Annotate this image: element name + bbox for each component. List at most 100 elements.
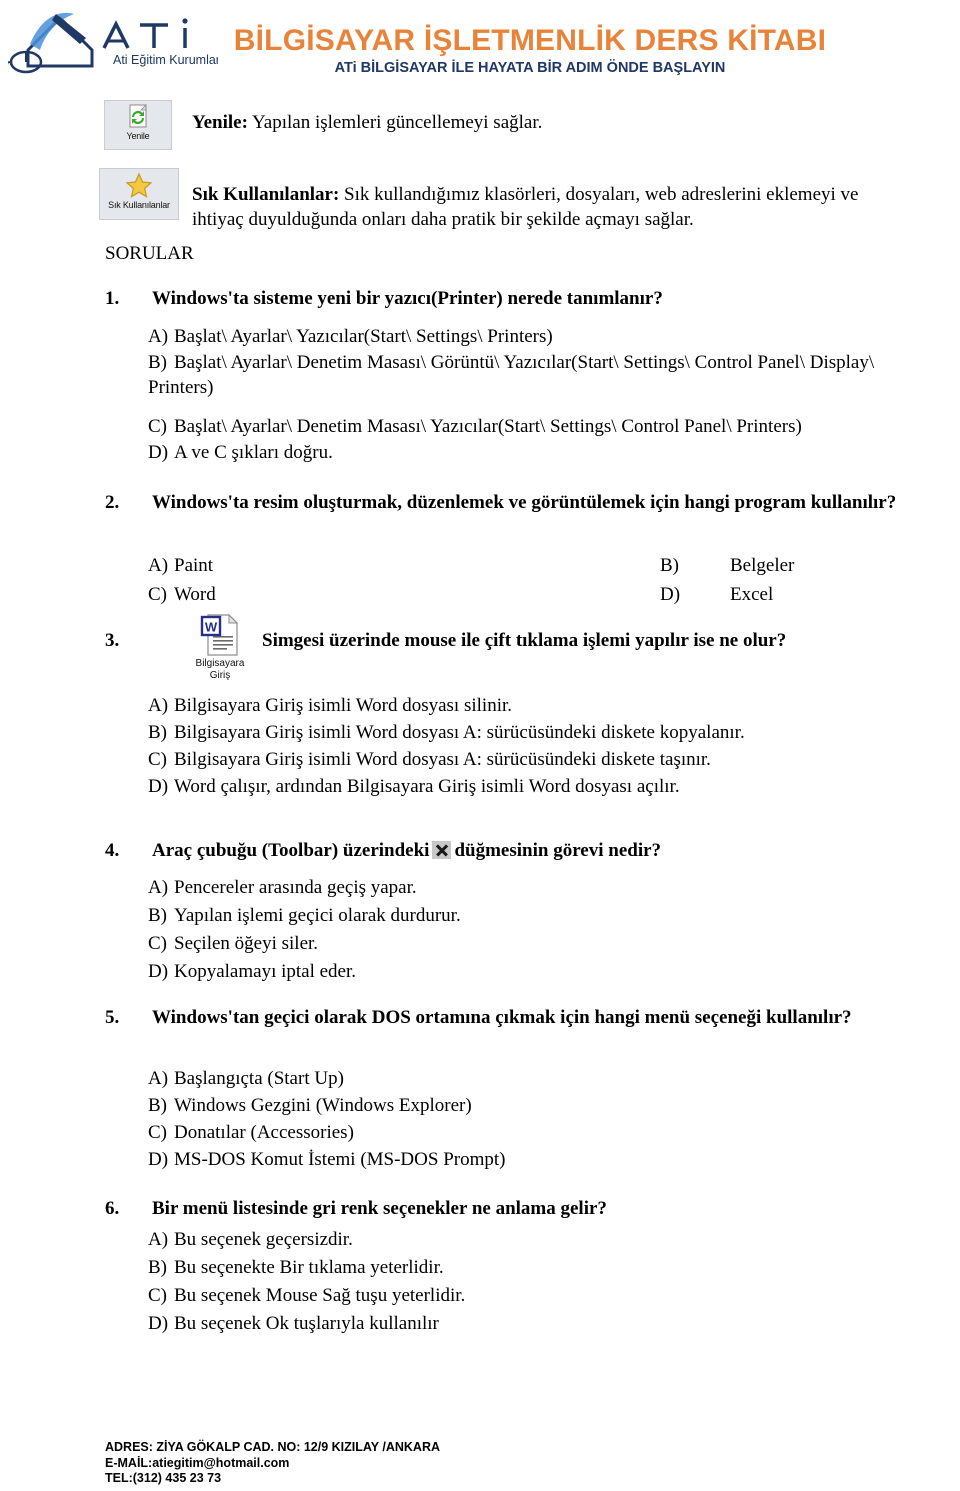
question-4-text-after: düğmesinin görevi nedir?: [454, 840, 662, 861]
option-text: Bu seçenek Ok tuşlarıyla kullanılır: [174, 1313, 439, 1334]
word-icon-caption-line1: Bilgisayara: [195, 658, 245, 669]
word-document-icon: W: [200, 614, 239, 656]
star-icon: [125, 172, 153, 198]
option-text: Bu seçenek Mouse Sağ tuşu yeterlidir.: [174, 1285, 466, 1306]
question-1-option-a[interactable]: A) Başlat\ Ayarlar\ Yazıcılar(Start\ Sett…: [148, 324, 553, 349]
option-text: Seçilen öğeyi siler.: [174, 933, 319, 954]
question-4-text-before: Araç çubuğu (Toolbar) üzerindeki: [152, 840, 430, 861]
page-footer: ADRES: ZİYA GÖKALP CAD. NO: 12/9 KIZILAY…: [105, 1440, 440, 1487]
question-4-option-b[interactable]: B) Yapılan işlemi geçici olarak durdurur.: [148, 903, 461, 928]
question-3-option-d[interactable]: D) Word çalışır, ardından Bilgisayara Gir…: [148, 774, 680, 799]
refresh-desc-text: Yapılan işlemleri güncellemeyi sağlar.: [251, 112, 543, 133]
question-2-number: 2.: [105, 492, 120, 513]
question-3-option-b[interactable]: B) Bilgisayara Giriş isimli Word dosyası …: [148, 720, 745, 745]
question-6-number: 6.: [105, 1198, 120, 1219]
ati-logo-icon: Ati Eğitim Kurumları: [8, 12, 218, 74]
question-4-option-a[interactable]: A) Pencereler arasında geçiş yapar.: [148, 875, 417, 900]
question-3-text: Simgesi üzerinde mouse ile çift tıklama …: [262, 630, 787, 651]
question-5-option-a[interactable]: A) Başlangıçta (Start Up): [148, 1066, 344, 1091]
option-letter: B): [148, 722, 167, 743]
option-letter: A): [148, 326, 169, 347]
option-text: Bu seçenekte Bir tıklama yeterlidir.: [174, 1257, 444, 1278]
option-text: Bu seçenek geçersizdir.: [174, 1229, 353, 1250]
question-1-option-b[interactable]: B) Başlat\ Ayarlar\ Denetim Masası\ Görün…: [148, 350, 908, 400]
favorites-icon-tile: Sık Kullanılanlar: [99, 168, 179, 220]
option-text: Belgeler: [730, 555, 795, 576]
question-2-option-a[interactable]: A) Paint: [148, 553, 213, 578]
question-5-option-d[interactable]: D) MS-DOS Komut İstemi (MS-DOS Prompt): [148, 1147, 505, 1172]
option-letter: C): [148, 749, 167, 770]
question-3-option-c[interactable]: C) Bilgisayara Giriş isimli Word dosyası …: [148, 747, 711, 772]
favorites-term: Sık Kullanılanlar:: [192, 184, 340, 205]
question-2-option-c[interactable]: C) Word: [148, 582, 216, 607]
question-2-option-b[interactable]: B) Belgeler: [660, 553, 794, 578]
option-letter: A): [148, 695, 169, 716]
question-4-number: 4.: [105, 840, 120, 861]
option-letter: D): [660, 584, 681, 605]
question-3-number: 3.: [105, 630, 120, 651]
option-letter: B): [148, 905, 167, 926]
favorites-icon-caption: Sık Kullanılanlar: [108, 200, 170, 210]
question-6-text: Bir menü listesinde gri renk seçenekler …: [152, 1198, 607, 1219]
option-text: Paint: [174, 555, 214, 576]
option-text: Excel: [730, 584, 774, 605]
option-letter: C): [148, 584, 167, 605]
option-text: Word çalışır, ardından Bilgisayara Giriş…: [174, 776, 680, 797]
refresh-icon-tile: Yenile: [104, 100, 172, 150]
option-text: Windows Gezgini (Windows Explorer): [174, 1095, 472, 1116]
option-text: Bilgisayara Giriş isimli Word dosyası A:…: [174, 749, 711, 770]
ati-logo: Ati Eğitim Kurumları: [8, 4, 218, 76]
question-2-text: Windows'ta resim oluşturmak, düzenlemek …: [152, 492, 897, 513]
option-text: Pencereler arasında geçiş yapar.: [174, 877, 417, 898]
option-letter: B): [660, 555, 679, 576]
close-icon[interactable]: [432, 841, 452, 859]
option-letter: D): [148, 776, 169, 797]
option-letter: A): [148, 555, 169, 576]
option-letter: D): [148, 1149, 169, 1170]
section-heading-sorular: SORULAR: [105, 243, 194, 264]
word-document-icon-tile: W Bilgisayara Giriş: [182, 614, 258, 681]
page-title: BİLGİSAYAR İŞLETMENLİK DERS KİTABI: [233, 24, 827, 57]
option-letter: B): [148, 1257, 167, 1278]
question-1-number: 1.: [105, 288, 120, 309]
question-6-option-c[interactable]: C) Bu seçenek Mouse Sağ tuşu yeterlidir.: [148, 1283, 465, 1308]
option-letter: C): [148, 933, 167, 954]
option-text: Başlat\ Ayarlar\ Denetim Masası\ Yazıcıl…: [174, 416, 802, 437]
page-header: Ati Eğitim Kurumları BİLGİSAYAR İŞLETMEN…: [0, 0, 960, 92]
question-4-option-d[interactable]: D) Kopyalamayı iptal eder.: [148, 959, 356, 984]
question-5-text: Windows'tan geçici olarak DOS ortamına ç…: [152, 1007, 852, 1028]
option-text: Başlat\ Ayarlar\ Denetim Masası\ Görüntü…: [148, 352, 875, 398]
option-text: Word: [174, 584, 216, 605]
svg-text:W: W: [205, 620, 218, 635]
option-letter: D): [148, 442, 169, 463]
question-4-option-c[interactable]: C) Seçilen öğeyi siler.: [148, 931, 318, 956]
question-1-option-c[interactable]: C) Başlat\ Ayarlar\ Denetim Masası\ Yazıc…: [148, 414, 802, 439]
question-4-text: Araç çubuğu (Toolbar) üzerindeki düğmesin…: [152, 838, 922, 864]
question-6-option-d[interactable]: D) Bu seçenek Ok tuşlarıyla kullanılır: [148, 1311, 439, 1336]
option-letter: A): [148, 1068, 169, 1089]
question-1-option-d[interactable]: D) A ve C şıkları doğru.: [148, 440, 333, 465]
option-letter: B): [148, 1095, 167, 1116]
question-5-option-b[interactable]: B) Windows Gezgini (Windows Explorer): [148, 1093, 472, 1118]
option-letter: A): [148, 1229, 169, 1250]
refresh-icon-caption: Yenile: [126, 131, 150, 141]
footer-phone: TEL:(312) 435 23 73: [105, 1471, 222, 1485]
question-2-option-d[interactable]: D) Excel: [660, 582, 773, 607]
question-6-option-a[interactable]: A) Bu seçenek geçersizdir.: [148, 1227, 353, 1252]
option-letter: C): [148, 1285, 167, 1306]
question-6-option-b[interactable]: B) Bu seçenekte Bir tıklama yeterlidir.: [148, 1255, 444, 1280]
option-text: MS-DOS Komut İstemi (MS-DOS Prompt): [174, 1149, 506, 1170]
question-1-text: Windows'ta sisteme yeni bir yazıcı(Print…: [152, 288, 663, 309]
footer-address: ADRES: ZİYA GÖKALP CAD. NO: 12/9 KIZILAY…: [105, 1440, 441, 1454]
option-text: A ve C şıkları doğru.: [174, 442, 333, 463]
question-5-option-c[interactable]: C) Donatılar (Accessories): [148, 1120, 354, 1145]
option-text: Bilgisayara Giriş isimli Word dosyası A:…: [174, 722, 745, 743]
option-text: Kopyalamayı iptal eder.: [174, 961, 357, 982]
option-text: Başlat\ Ayarlar\ Yazıcılar(Start\ Settin…: [174, 326, 553, 347]
word-icon-caption-line2: Giriş: [209, 669, 231, 681]
page-subtitle: ATi BİLGİSAYAR İLE HAYATA BİR ADIM ÖNDE …: [334, 60, 726, 76]
refresh-description: Yenile: Yapılan işlemleri güncellemeyi s…: [192, 110, 892, 135]
question-3-option-a[interactable]: A) Bilgisayara Giriş isimli Word dosyası …: [148, 693, 512, 718]
option-text: Donatılar (Accessories): [174, 1122, 354, 1143]
refresh-icon: [129, 104, 147, 128]
